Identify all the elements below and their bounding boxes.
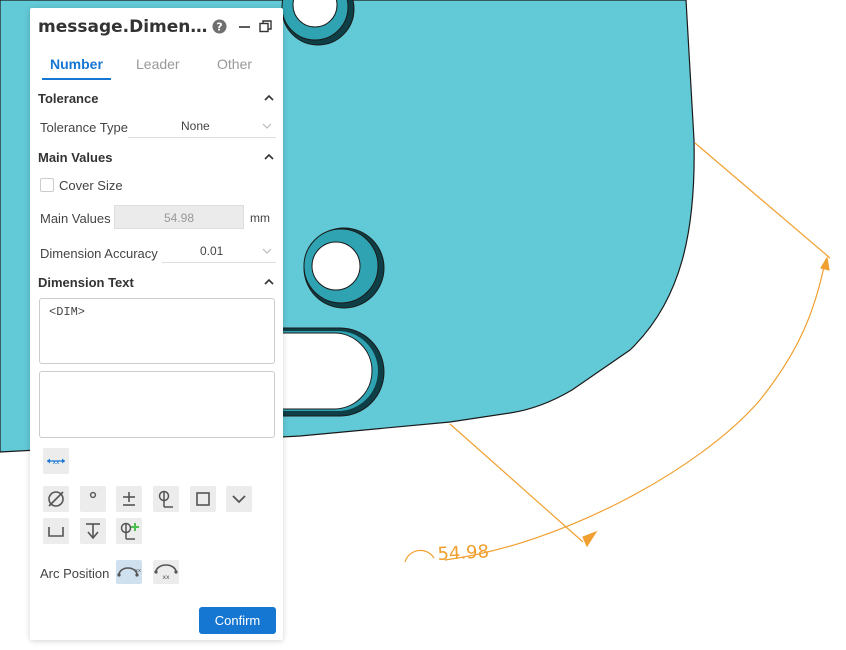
arc-position-label: Arc Position [40, 566, 110, 581]
dimension-text-input[interactable]: <DIM> [39, 298, 275, 364]
restore-icon[interactable] [258, 19, 273, 34]
dimension-style-panel: message.DimensionStyle ? Number Leader O… [30, 8, 283, 640]
svg-text:xx: xx [162, 574, 170, 581]
add-custom-symbol-button[interactable] [116, 518, 142, 544]
chevron-up-icon[interactable] [263, 151, 275, 163]
counterbore-symbol-button[interactable] [43, 518, 69, 544]
panel-title: message.DimensionStyle [38, 17, 210, 37]
svg-text:?: ? [216, 21, 222, 34]
plus-minus-icon [123, 492, 135, 506]
main-values-input[interactable]: 54.98 [114, 205, 244, 229]
main-values-label: Main Values [40, 211, 111, 226]
depth-icon [86, 523, 100, 540]
arc-position-below-button[interactable]: xx [153, 560, 179, 584]
text-position-button[interactable]: xx [43, 448, 69, 474]
tolerance-type-label: Tolerance Type [40, 120, 128, 135]
dimension-text-section-header[interactable]: Dimension Text [38, 275, 134, 290]
svg-text:xx: xx [135, 568, 141, 574]
degree-icon [89, 491, 97, 499]
dimension-value-label[interactable]: 54.98 [437, 541, 490, 565]
diameter-symbol-button[interactable] [43, 486, 69, 512]
cover-size-label: Cover Size [59, 178, 123, 193]
centerline-symbol-button[interactable] [153, 486, 179, 512]
svg-text:xx: xx [52, 459, 60, 466]
depth-symbol-button[interactable] [80, 518, 106, 544]
panel-titlebar: message.DimensionStyle ? [30, 8, 283, 46]
tolerance-type-select[interactable]: None [128, 117, 276, 138]
cover-size-checkbox[interactable] [40, 178, 54, 192]
tab-number[interactable]: Number [50, 56, 103, 72]
dimension-secondary-text-input[interactable] [39, 371, 275, 438]
slot [269, 327, 385, 417]
chevron-up-icon[interactable] [263, 276, 275, 288]
minimize-icon[interactable] [237, 19, 252, 34]
tolerance-type-value: None [181, 119, 210, 133]
chevron-down-icon [262, 123, 272, 129]
main-values-section-header[interactable]: Main Values [38, 150, 112, 165]
double-arrow-xx-icon: xx [47, 458, 65, 466]
arc-above-icon: xx [117, 567, 141, 577]
tab-leader[interactable]: Leader [136, 56, 180, 72]
dimension-accuracy-value: 0.01 [200, 244, 224, 258]
dimension-text-value: <DIM> [49, 305, 86, 319]
middle-hole [303, 227, 385, 309]
centerline-icon [158, 490, 173, 508]
unit-label: mm [250, 211, 270, 225]
active-tab-indicator [42, 78, 111, 80]
tolerance-section-header[interactable]: Tolerance [38, 91, 98, 106]
dimension-accuracy-label: Dimension Accuracy [40, 246, 158, 261]
tab-other[interactable]: Other [217, 56, 252, 72]
chevron-down-icon [262, 248, 272, 254]
chevron-up-icon[interactable] [263, 92, 275, 104]
square-icon [196, 492, 210, 506]
counterbore-icon [48, 527, 64, 537]
plus-minus-symbol-button[interactable] [116, 486, 142, 512]
confirm-button[interactable]: Confirm [199, 607, 276, 634]
more-symbols-button[interactable] [226, 486, 252, 512]
square-symbol-button[interactable] [190, 486, 216, 512]
chevron-down-icon [232, 495, 246, 504]
degree-symbol-button[interactable] [80, 486, 106, 512]
help-icon[interactable]: ? [212, 19, 227, 34]
centerline-add-icon [120, 522, 139, 540]
arc-below-icon: xx [154, 564, 178, 581]
diameter-icon [48, 491, 64, 507]
arc-position-above-button[interactable]: xx [116, 560, 142, 584]
dimension-accuracy-select[interactable]: 0.01 [162, 242, 276, 263]
